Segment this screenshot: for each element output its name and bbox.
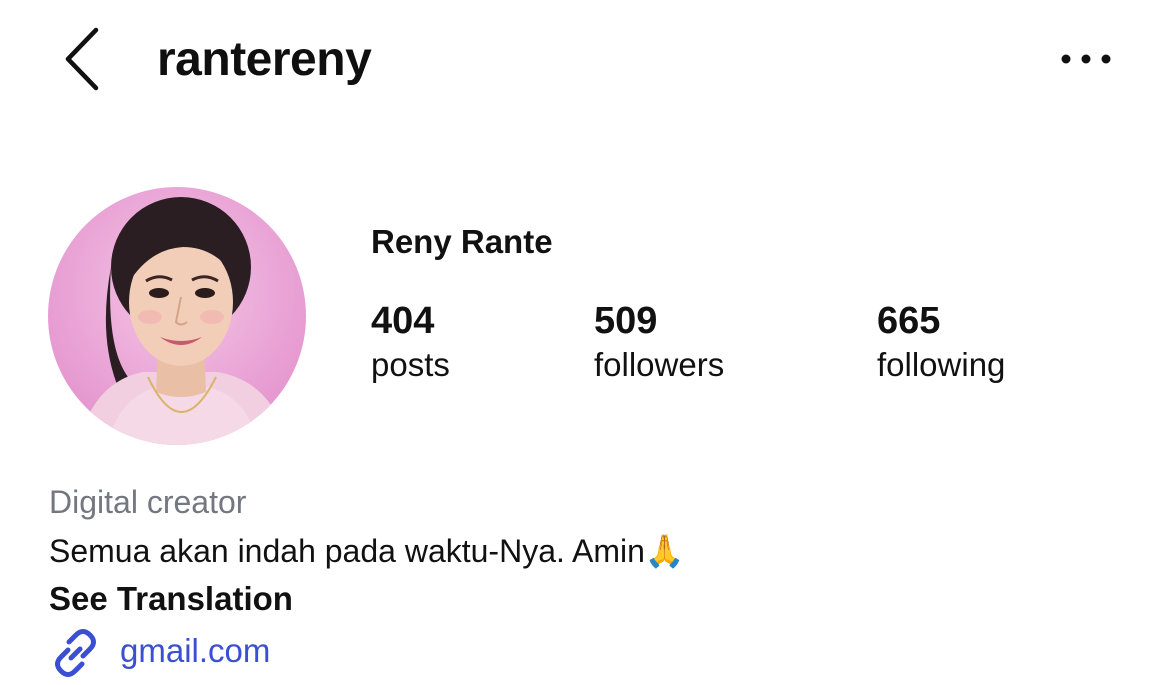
followers-value: 509 — [594, 300, 658, 342]
profile-category: Digital creator — [49, 484, 247, 520]
profile-bio: Semua akan indah pada waktu-Nya. Amin🙏 — [49, 533, 685, 569]
following-label: following — [877, 346, 1006, 383]
posts-count[interactable]: 404 posts — [371, 298, 450, 386]
following-count[interactable]: 665 following — [877, 298, 1005, 386]
posts-label: posts — [371, 346, 450, 383]
more-horizontal-icon — [1061, 54, 1111, 64]
profile-display-name: Reny Rante — [371, 223, 553, 260]
website-link-text: gmail.com — [120, 632, 271, 669]
see-translation-link[interactable]: See Translation — [49, 578, 293, 620]
back-button[interactable] — [58, 26, 108, 92]
followers-count[interactable]: 509 followers — [594, 298, 724, 386]
link-icon — [49, 628, 101, 678]
more-options-button[interactable] — [1056, 44, 1116, 74]
chevron-left-icon — [65, 27, 99, 91]
followers-label: followers — [594, 346, 725, 383]
profile-avatar[interactable] — [48, 187, 306, 445]
profile-header: rantereny — [0, 0, 1169, 120]
following-value: 665 — [877, 300, 941, 342]
profile-username: rantereny — [157, 33, 372, 86]
profile-photo — [48, 187, 306, 445]
posts-value: 404 — [371, 300, 435, 342]
